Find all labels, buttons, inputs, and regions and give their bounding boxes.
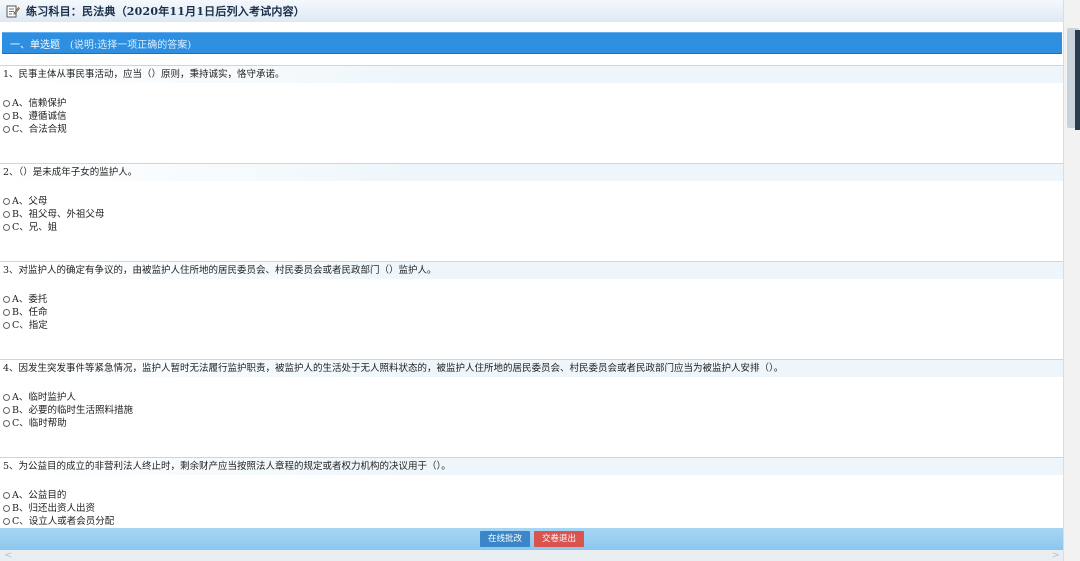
option-label: B、遵循诚信 (12, 111, 67, 122)
question-text: 3、对监护人的确定有争议的，由被监护人住所地的居民委员会、村民委员会或者民政部门… (0, 262, 1064, 279)
page-title: 练习科目：民法典（2020年11月1日后列入考试内容） (26, 5, 305, 18)
radio-button[interactable] (3, 113, 10, 120)
vertical-scrollbar[interactable] (1063, 0, 1080, 561)
submit-online-button[interactable]: 在线批改 (480, 531, 530, 547)
option-list: A、临时监护人 B、必要的临时生活照料措施 C、临时帮助 (0, 391, 1064, 430)
option-c[interactable]: C、指定 (0, 319, 1064, 332)
option-c[interactable]: C、合法合规 (0, 123, 1064, 136)
radio-button[interactable] (3, 309, 10, 316)
section-note: (说明:选择一项正确的答案) (70, 39, 192, 51)
radio-button[interactable] (3, 518, 10, 525)
option-b[interactable]: B、必要的临时生活照料措施 (0, 404, 1064, 417)
option-label: B、祖父母、外祖父母 (12, 209, 105, 220)
option-list: A、信赖保护 B、遵循诚信 C、合法合规 (0, 97, 1064, 136)
section-title: 一、单选题 (10, 39, 60, 51)
option-label: B、归还出资人出资 (12, 503, 95, 514)
option-list: A、父母 B、祖父母、外祖父母 C、兄、姐 (0, 195, 1064, 234)
option-label: A、父母 (12, 196, 48, 207)
question-5: 5、为公益目的成立的非营利法人终止时，剩余财产应当按照法人章程的规定或者权力机构… (0, 457, 1064, 528)
chevron-right-icon[interactable]: > (1048, 550, 1064, 561)
option-label: C、合法合规 (12, 124, 67, 135)
question-3: 3、对监护人的确定有争议的，由被监护人住所地的居民委员会、村民委员会或者民政部门… (0, 261, 1064, 332)
radio-button[interactable] (3, 100, 10, 107)
radio-button[interactable] (3, 322, 10, 329)
option-c[interactable]: C、设立人或者会员分配 (0, 515, 1064, 528)
horizontal-scrollbar[interactable]: < > (0, 550, 1064, 561)
option-label: A、临时监护人 (12, 392, 76, 403)
question-text: 2、（）是未成年子女的监护人。 (0, 164, 1064, 181)
option-a[interactable]: A、信赖保护 (0, 97, 1064, 110)
radio-button[interactable] (3, 211, 10, 218)
radio-button[interactable] (3, 407, 10, 414)
question-1: 1、民事主体从事民事活动，应当（）原则，秉持诚实，恪守承诺。 A、信赖保护 B、… (0, 65, 1064, 136)
option-label: C、设立人或者会员分配 (12, 516, 115, 527)
option-b[interactable]: B、祖父母、外祖父母 (0, 208, 1064, 221)
question-4: 4、因发生突发事件等紧急情况，监护人暂时无法履行监护职责，被监护人的生活处于无人… (0, 359, 1064, 430)
question-text: 1、民事主体从事民事活动，应当（）原则，秉持诚实，恪守承诺。 (0, 66, 1064, 83)
option-b[interactable]: B、任命 (0, 306, 1064, 319)
radio-button[interactable] (3, 505, 10, 512)
question-2: 2、（）是未成年子女的监护人。 A、父母 B、祖父母、外祖父母 C、兄、姐 (0, 163, 1064, 234)
submit-exit-button[interactable]: 交卷退出 (534, 531, 584, 547)
option-label: C、指定 (12, 320, 48, 331)
option-a[interactable]: A、委托 (0, 293, 1064, 306)
radio-button[interactable] (3, 420, 10, 427)
option-label: C、兄、姐 (12, 222, 58, 233)
option-label: C、临时帮助 (12, 418, 67, 429)
option-a[interactable]: A、临时监护人 (0, 391, 1064, 404)
option-list: A、委托 B、任命 C、指定 (0, 293, 1064, 332)
section-header: 一、单选题 (说明:选择一项正确的答案) (2, 32, 1062, 54)
option-label: A、信赖保护 (12, 98, 67, 109)
question-text: 4、因发生突发事件等紧急情况，监护人暂时无法履行监护职责，被监护人的生活处于无人… (0, 360, 1064, 377)
option-label: B、任命 (12, 307, 48, 318)
side-panel-edge (1075, 30, 1080, 130)
edit-document-icon (6, 5, 20, 18)
option-label: A、委托 (12, 294, 48, 305)
radio-button[interactable] (3, 224, 10, 231)
question-text: 5、为公益目的成立的非营利法人终止时，剩余财产应当按照法人章程的规定或者权力机构… (0, 458, 1064, 475)
option-c[interactable]: C、临时帮助 (0, 417, 1064, 430)
option-a[interactable]: A、公益目的 (0, 489, 1064, 502)
action-bar: 在线批改 交卷退出 (0, 528, 1064, 550)
radio-button[interactable] (3, 296, 10, 303)
option-list: A、公益目的 B、归还出资人出资 C、设立人或者会员分配 (0, 489, 1064, 528)
radio-button[interactable] (3, 126, 10, 133)
option-b[interactable]: B、归还出资人出资 (0, 502, 1064, 515)
option-label: B、必要的临时生活照料措施 (12, 405, 133, 416)
option-label: A、公益目的 (12, 490, 67, 501)
option-b[interactable]: B、遵循诚信 (0, 110, 1064, 123)
option-c[interactable]: C、兄、姐 (0, 221, 1064, 234)
option-a[interactable]: A、父母 (0, 195, 1064, 208)
radio-button[interactable] (3, 198, 10, 205)
radio-button[interactable] (3, 492, 10, 499)
exam-content: 一、单选题 (说明:选择一项正确的答案) 1、民事主体从事民事活动，应当（）原则… (0, 22, 1064, 528)
chevron-left-icon[interactable]: < (0, 550, 16, 561)
radio-button[interactable] (3, 394, 10, 401)
title-bar: 练习科目：民法典（2020年11月1日后列入考试内容） (0, 0, 1064, 23)
